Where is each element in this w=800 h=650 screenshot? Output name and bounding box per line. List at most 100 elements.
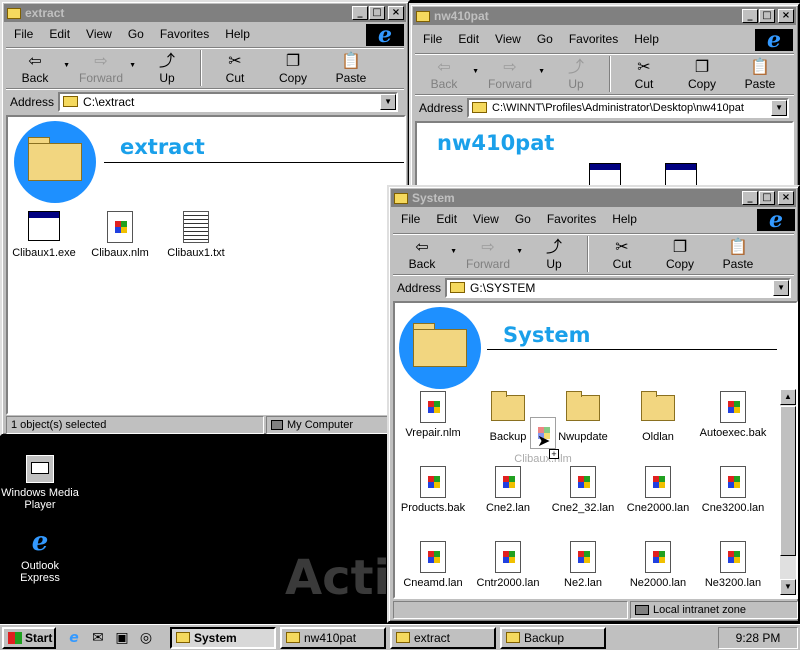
close-button[interactable]: × — [778, 191, 794, 205]
taskbar-button-nw410pat[interactable]: nw410pat — [280, 626, 386, 649]
scroll-up-button[interactable]: ▲ — [780, 389, 796, 405]
file-label: Ne2.lan — [564, 577, 602, 589]
menu-edit[interactable]: Edit — [428, 212, 465, 226]
menu-view[interactable]: View — [465, 212, 507, 226]
menu-file[interactable]: File — [6, 27, 41, 41]
scroll-down-button[interactable]: ▼ — [780, 579, 796, 595]
paste-button[interactable]: 📋 Paste — [322, 48, 380, 88]
paste-button[interactable]: 📋 Paste — [731, 54, 789, 94]
desktop-icon-outlook[interactable]: e Outlook Express — [0, 528, 80, 584]
file-item[interactable]: Cne3200.lan — [697, 466, 769, 514]
menu-favorites[interactable]: Favorites — [561, 32, 626, 46]
file-label: Oldlan — [642, 431, 674, 443]
file-item[interactable]: Ne2.lan — [547, 541, 619, 589]
taskbar-button-backup[interactable]: Backup — [500, 626, 606, 649]
menu-favorites[interactable]: Favorites — [152, 27, 217, 41]
menu-help[interactable]: Help — [217, 27, 258, 41]
scroll-thumb[interactable] — [780, 406, 796, 556]
status-bar: Local intranet zone — [393, 601, 798, 621]
scissors-icon: ✂ — [637, 57, 651, 76]
file-item[interactable]: Cne2000.lan — [622, 466, 694, 514]
show-desktop-icon[interactable]: ▣ — [112, 630, 132, 646]
channels-icon[interactable]: ◎ — [136, 630, 156, 646]
menu-view[interactable]: View — [487, 32, 529, 46]
close-button[interactable]: × — [778, 9, 794, 23]
forward-button[interactable]: ⇨ Forward ▼ — [459, 234, 523, 274]
menu-view[interactable]: View — [78, 27, 120, 41]
outlook-quicklaunch-icon[interactable]: ✉ — [88, 630, 108, 646]
menu-file[interactable]: File — [415, 32, 450, 46]
forward-button[interactable]: ⇨ Forward ▼ — [481, 54, 545, 94]
file-icon — [420, 391, 446, 423]
file-item[interactable]: Cneamd.lan — [397, 541, 469, 589]
menu-help[interactable]: Help — [626, 32, 667, 46]
folder-title-underline — [104, 162, 404, 163]
file-item[interactable]: Vrepair.nlm — [397, 391, 469, 439]
minimize-button[interactable]: _ — [742, 9, 758, 23]
file-item[interactable]: Oldlan — [622, 391, 694, 443]
start-button[interactable]: Start — [2, 626, 56, 649]
text-file-icon — [183, 211, 209, 243]
maximize-button[interactable]: □ — [369, 6, 385, 20]
chevron-down-icon[interactable]: ▼ — [771, 99, 788, 116]
file-item[interactable]: Cntr2000.lan — [472, 541, 544, 589]
address-label: Address — [419, 100, 464, 115]
extract-titlebar[interactable]: extract _ □ × — [4, 4, 406, 22]
desktop-icon-media-player[interactable]: Windows Media Player — [0, 455, 80, 511]
menu-file[interactable]: File — [393, 212, 428, 226]
paste-button[interactable]: 📋 Paste — [709, 234, 767, 274]
system-clock[interactable]: 9:28 PM — [718, 626, 798, 649]
chevron-down-icon[interactable]: ▼ — [773, 279, 790, 296]
address-field[interactable]: C:\extract ▼ — [58, 91, 399, 112]
cut-button[interactable]: ✂ Cut — [593, 234, 651, 274]
nw410pat-titlebar[interactable]: nw410pat _ □ × — [413, 7, 796, 25]
file-item[interactable]: Products.bak — [397, 466, 469, 514]
taskbar-button-label: nw410pat — [304, 630, 357, 645]
taskbar-button-system[interactable]: System — [170, 626, 276, 649]
menu-favorites[interactable]: Favorites — [539, 212, 604, 226]
minimize-button[interactable]: _ — [742, 191, 758, 205]
back-button[interactable]: ⇦ Back ▼ — [415, 54, 479, 94]
back-button[interactable]: ⇦ Back ▼ — [393, 234, 457, 274]
maximize-button[interactable]: □ — [759, 9, 775, 23]
address-field[interactable]: C:\WINNT\Profiles\Administrator\Desktop\… — [467, 97, 790, 118]
back-button[interactable]: ⇦ Back ▼ — [6, 48, 70, 88]
menu-go[interactable]: Go — [529, 32, 561, 46]
file-item[interactable]: Cne2.lan — [472, 466, 544, 514]
maximize-button[interactable]: □ — [759, 191, 775, 205]
ie-quicklaunch-icon[interactable]: e — [64, 630, 84, 646]
up-button[interactable]: ⤴ Up — [547, 54, 605, 94]
copy-button[interactable]: ❐ Copy — [673, 54, 731, 94]
up-button[interactable]: ⤴ Up — [138, 48, 196, 88]
menu-go[interactable]: Go — [120, 27, 152, 41]
address-field[interactable]: G:\SYSTEM ▼ — [445, 277, 792, 298]
start-label: Start — [25, 630, 53, 645]
folder-icon — [286, 632, 300, 643]
exe-file-icon — [28, 211, 60, 241]
file-item[interactable]: Ne3200.lan — [697, 541, 769, 589]
copy-button[interactable]: ❐ Copy — [264, 48, 322, 88]
menu-edit[interactable]: Edit — [41, 27, 78, 41]
file-label: Vrepair.nlm — [405, 427, 461, 439]
vertical-scrollbar[interactable]: ▲ ▼ — [780, 389, 796, 595]
minimize-button[interactable]: _ — [352, 6, 368, 20]
file-item[interactable]: Clibaux1.exe — [8, 211, 80, 259]
menu-edit[interactable]: Edit — [450, 32, 487, 46]
close-button[interactable]: × — [388, 6, 404, 20]
cut-button[interactable]: ✂ Cut — [206, 48, 264, 88]
file-item[interactable]: Clibaux.nlm — [84, 211, 156, 259]
up-button[interactable]: ⤴ Up — [525, 234, 583, 274]
copy-button[interactable]: ❐ Copy — [651, 234, 709, 274]
file-item[interactable]: Clibaux1.txt — [160, 211, 232, 259]
status-location-label: My Computer — [287, 419, 354, 431]
forward-button[interactable]: ⇨ Forward ▼ — [72, 48, 136, 88]
file-item[interactable]: Cne2_32.lan — [547, 466, 619, 514]
file-item[interactable]: Autoexec.bak — [697, 391, 769, 439]
system-titlebar[interactable]: System _ □ × — [391, 189, 796, 207]
taskbar-button-extract[interactable]: extract — [390, 626, 496, 649]
cut-button[interactable]: ✂ Cut — [615, 54, 673, 94]
chevron-down-icon[interactable]: ▼ — [380, 93, 397, 110]
menu-go[interactable]: Go — [507, 212, 539, 226]
menu-help[interactable]: Help — [604, 212, 645, 226]
file-item[interactable]: Ne2000.lan — [622, 541, 694, 589]
